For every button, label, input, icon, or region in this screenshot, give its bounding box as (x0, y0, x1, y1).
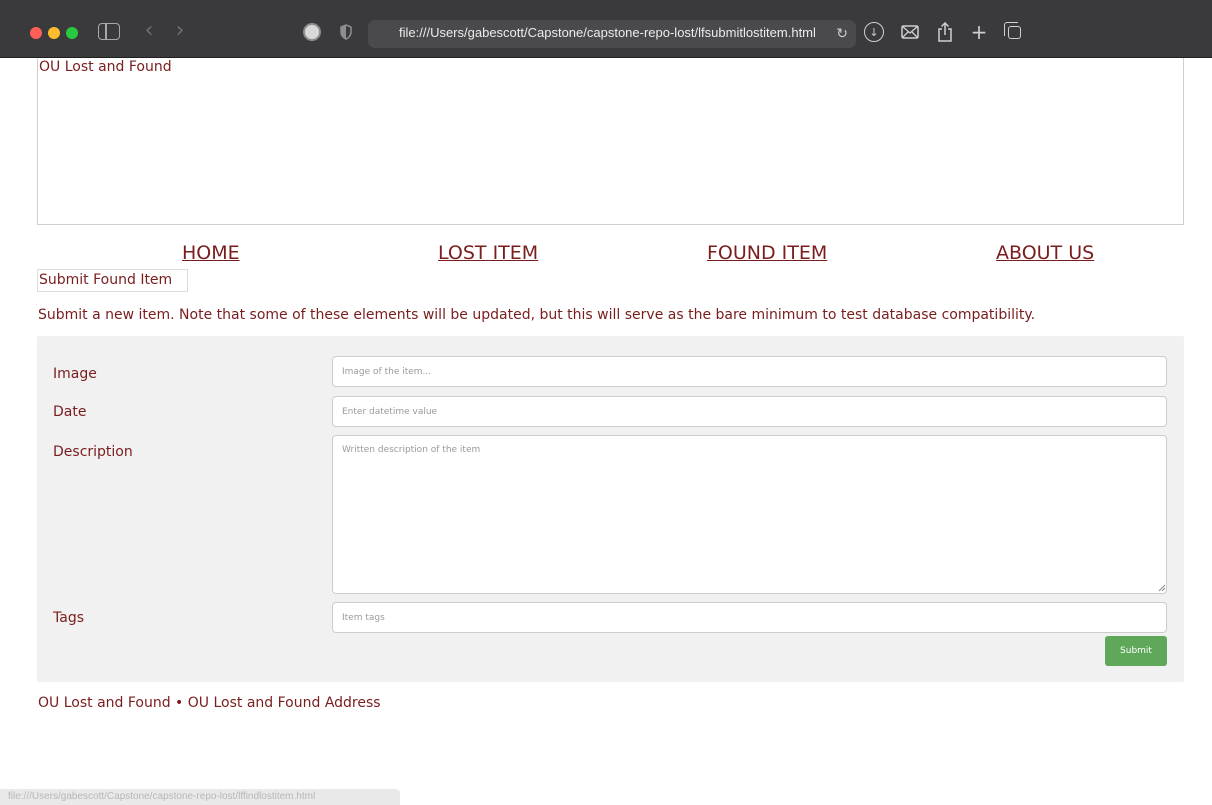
forward-icon[interactable]: › (170, 19, 190, 43)
page-intro-text: Submit a new item. Note that some of the… (38, 307, 1036, 323)
submit-button[interactable]: Submit (1105, 636, 1167, 666)
browser-toolbar: ‹ › file:///Users/gabescott/Capstone/cap… (0, 0, 1212, 58)
page-content: OU Lost and Found HOME LOST ITEM FOUND I… (0, 58, 1212, 805)
tags-label: Tags (53, 610, 84, 626)
nav-link-home[interactable]: HOME (182, 242, 240, 264)
site-header: OU Lost and Found (37, 58, 1184, 225)
new-tab-icon[interactable]: + (969, 20, 989, 44)
close-window-button[interactable] (30, 27, 42, 39)
date-input[interactable] (332, 396, 1167, 427)
image-input[interactable] (332, 356, 1167, 387)
tags-input[interactable] (332, 602, 1167, 633)
nav-link-lost-item[interactable]: LOST ITEM (438, 242, 538, 264)
shield-icon[interactable] (340, 24, 352, 40)
description-textarea[interactable] (332, 435, 1167, 594)
site-footer: OU Lost and Found • OU Lost and Found Ad… (38, 695, 381, 711)
address-bar[interactable]: file:///Users/gabescott/Capstone/capston… (368, 20, 856, 48)
description-label: Description (53, 444, 133, 460)
nav-link-about-us[interactable]: ABOUT US (996, 242, 1094, 264)
mail-icon[interactable] (900, 22, 920, 42)
back-icon[interactable]: ‹ (139, 19, 159, 43)
link-status-bar: file:///Users/gabescott/Capstone/capston… (0, 789, 400, 805)
textarea-resize-grip[interactable] (1158, 584, 1166, 592)
site-title: OU Lost and Found (39, 59, 172, 75)
zoom-window-button[interactable] (66, 27, 78, 39)
minimize-window-button[interactable] (48, 27, 60, 39)
share-icon[interactable] (935, 22, 955, 42)
address-bar-url: file:///Users/gabescott/Capstone/capston… (399, 25, 816, 40)
download-icon[interactable]: ↓ (864, 22, 884, 42)
nav-link-found-item[interactable]: FOUND ITEM (707, 242, 827, 264)
page-title: Submit Found Item (37, 269, 188, 292)
extension-icon[interactable] (303, 23, 321, 41)
main-nav: HOME LOST ITEM FOUND ITEM ABOUT US (0, 242, 1212, 264)
reload-icon[interactable]: ↻ (836, 25, 848, 43)
tabs-overview-icon[interactable] (1003, 21, 1024, 42)
submit-item-form: Image Date Description Tags Submit (37, 336, 1184, 682)
date-label: Date (53, 404, 87, 420)
sidebar-icon[interactable] (98, 23, 120, 40)
image-label: Image (53, 366, 97, 382)
